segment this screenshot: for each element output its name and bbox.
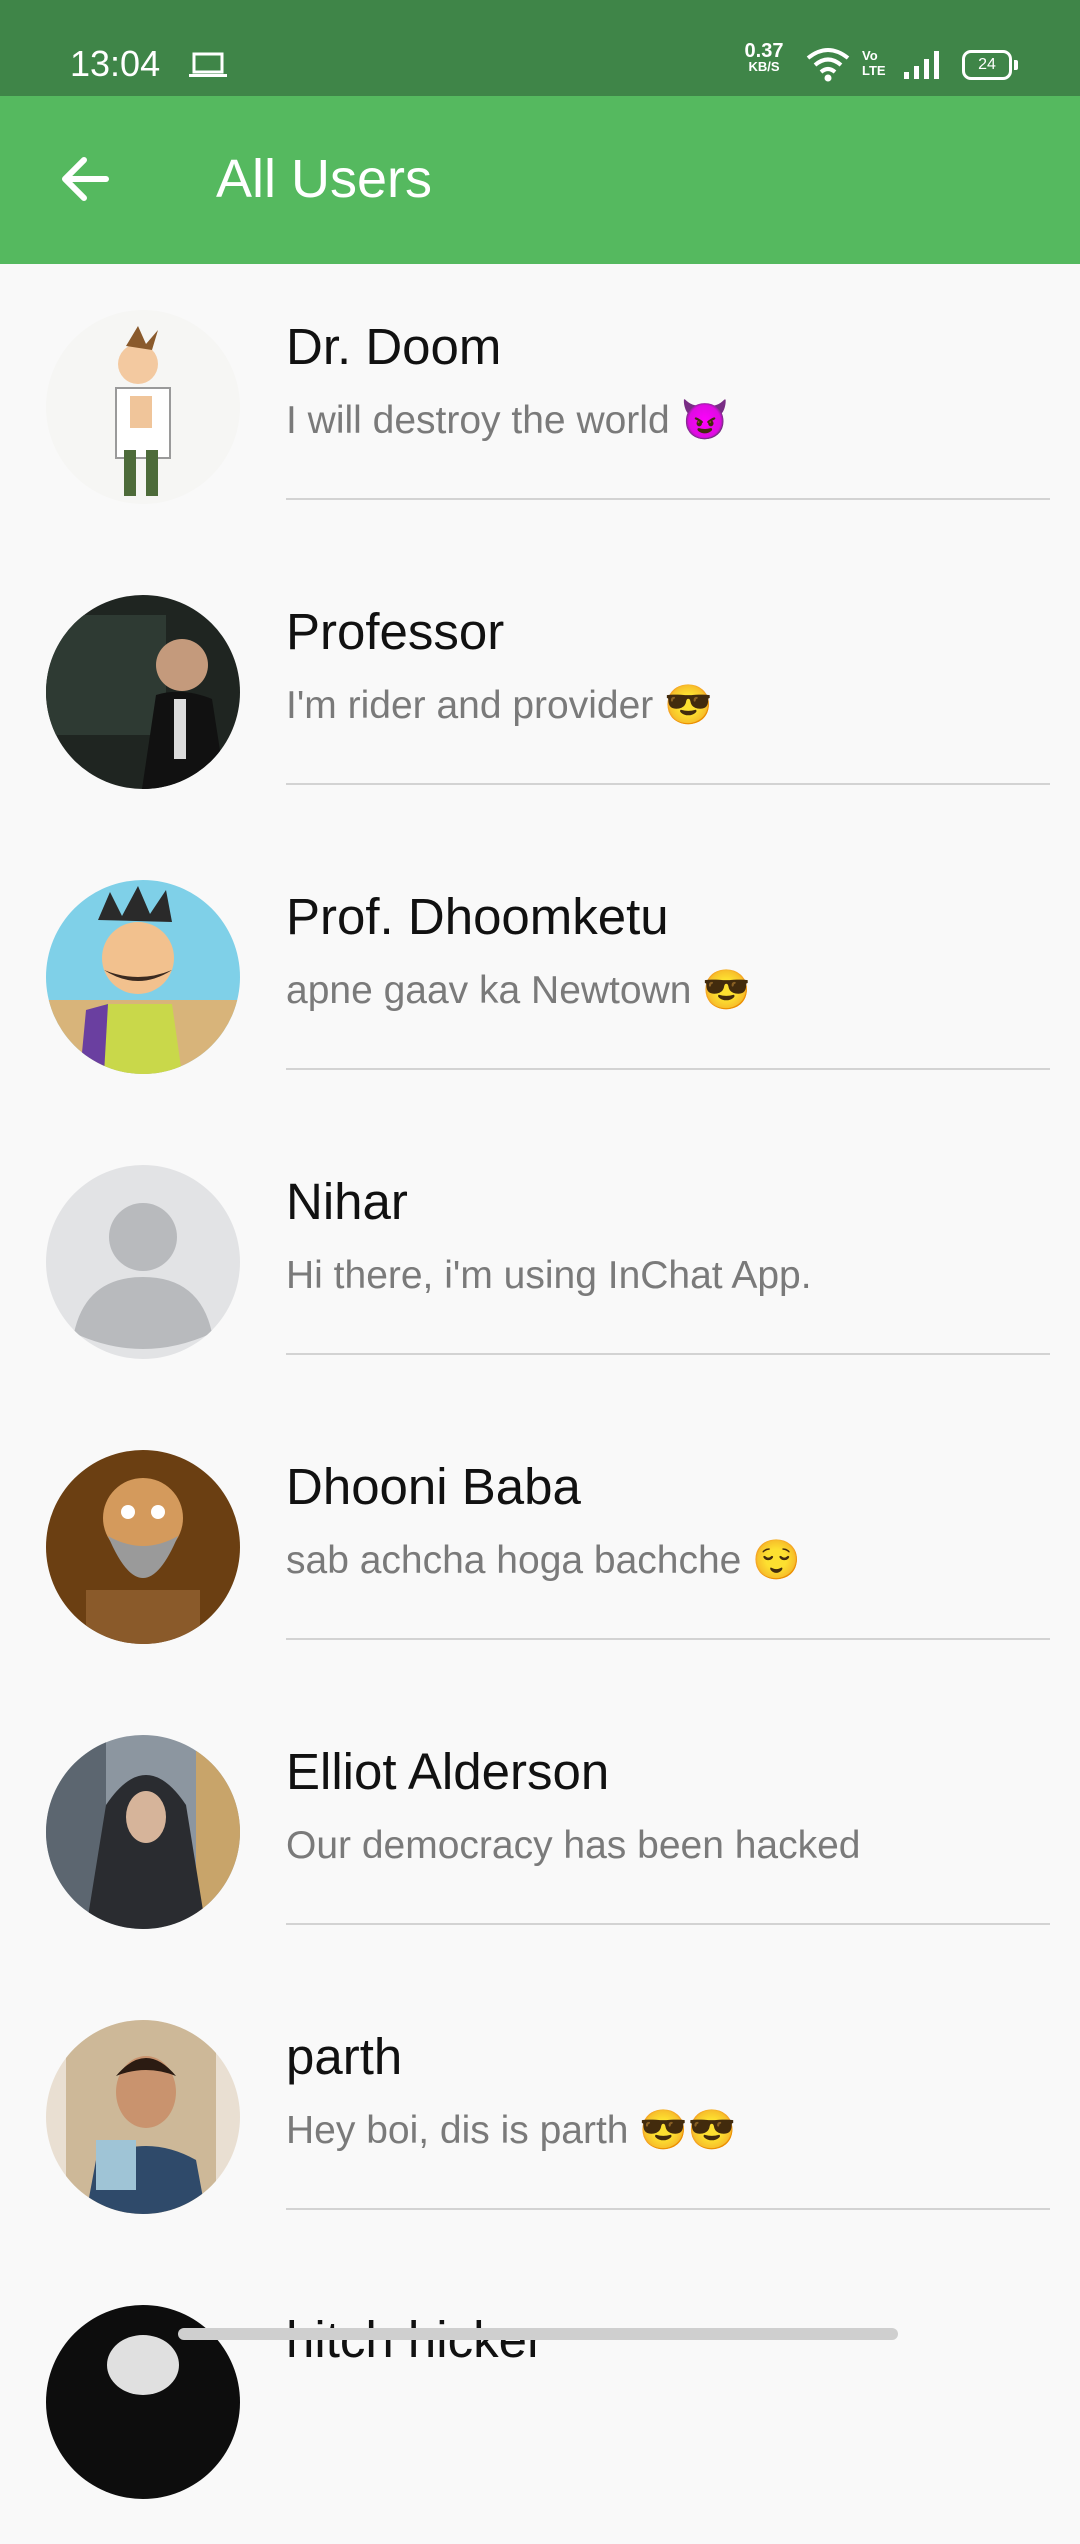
user-status: apne gaav ka Newtown 😎 [286, 969, 751, 1012]
user-status: I'm rider and provider 😎 [286, 684, 713, 727]
user-status: I will destroy the world 😈 [286, 399, 730, 442]
user-status: Our democracy has been hacked [286, 1824, 861, 1867]
laptop-icon [189, 52, 227, 77]
user-list-item[interactable]: hitch hicker [0, 2259, 1080, 2544]
divider [286, 1353, 1050, 1355]
user-status: Hey boi, dis is parth 😎😎 [286, 2109, 737, 2152]
professor-avatar [46, 595, 240, 789]
dhooni-baba-avatar [46, 1450, 240, 1644]
doofenshmirtz-avatar [46, 310, 240, 504]
divider [286, 783, 1050, 785]
user-list-item[interactable]: Dr. Doom I will destroy the world 😈 [0, 264, 1080, 549]
scroll-indicator [178, 2328, 898, 2340]
divider [286, 1068, 1050, 1070]
user-list-item[interactable]: Professor I'm rider and provider 😎 [0, 549, 1080, 834]
signal-icon [904, 51, 939, 79]
divider [286, 1638, 1050, 1640]
back-button[interactable] [40, 131, 128, 229]
user-name: Dr. Doom [286, 318, 502, 375]
user-status: sab achcha hoga bachche 😌 [286, 1539, 801, 1582]
user-list-item[interactable]: Prof. Dhoomketu apne gaav ka Newtown 😎 [0, 834, 1080, 1119]
elliot-avatar [46, 1735, 240, 1929]
user-list-item[interactable]: Elliot Alderson Our democracy has been h… [0, 1689, 1080, 1974]
user-name: Elliot Alderson [286, 1743, 610, 1800]
page-title: All Users [216, 149, 433, 209]
battery-icon: 24 [962, 50, 1018, 80]
user-name: Prof. Dhoomketu [286, 888, 669, 945]
user-status: Hi there, i'm using InChat App. [286, 1254, 812, 1297]
user-list-item[interactable]: parth Hey boi, dis is parth 😎😎 [0, 1974, 1080, 2259]
user-list-item[interactable]: Nihar Hi there, i'm using InChat App. [0, 1119, 1080, 1404]
wifi-icon [806, 48, 850, 82]
user-name: hitch hicker [286, 2307, 544, 2373]
arrow-left-icon [62, 157, 109, 201]
volte-indicator: Vo LTE [862, 48, 886, 78]
divider [286, 498, 1050, 500]
status-time: 13:04 [70, 43, 161, 84]
dhoomketu-avatar [46, 880, 240, 1074]
divider [286, 2208, 1050, 2210]
user-list-item[interactable]: Dhooni Baba sab achcha hoga bachche 😌 [0, 1404, 1080, 1689]
parth-avatar [46, 2020, 240, 2214]
user-name: Nihar [286, 1173, 408, 1230]
user-name: Professor [286, 603, 505, 660]
divider [286, 1923, 1050, 1925]
user-name: parth [286, 2028, 403, 2085]
status-bar: 13:04 0.37 KB/S Vo LTE 24 [0, 0, 1080, 96]
user-name: Dhooni Baba [286, 1458, 581, 1515]
default-person-avatar [46, 1165, 240, 1359]
network-speed: 0.37 KB/S [744, 40, 784, 74]
app-bar [0, 96, 1080, 264]
